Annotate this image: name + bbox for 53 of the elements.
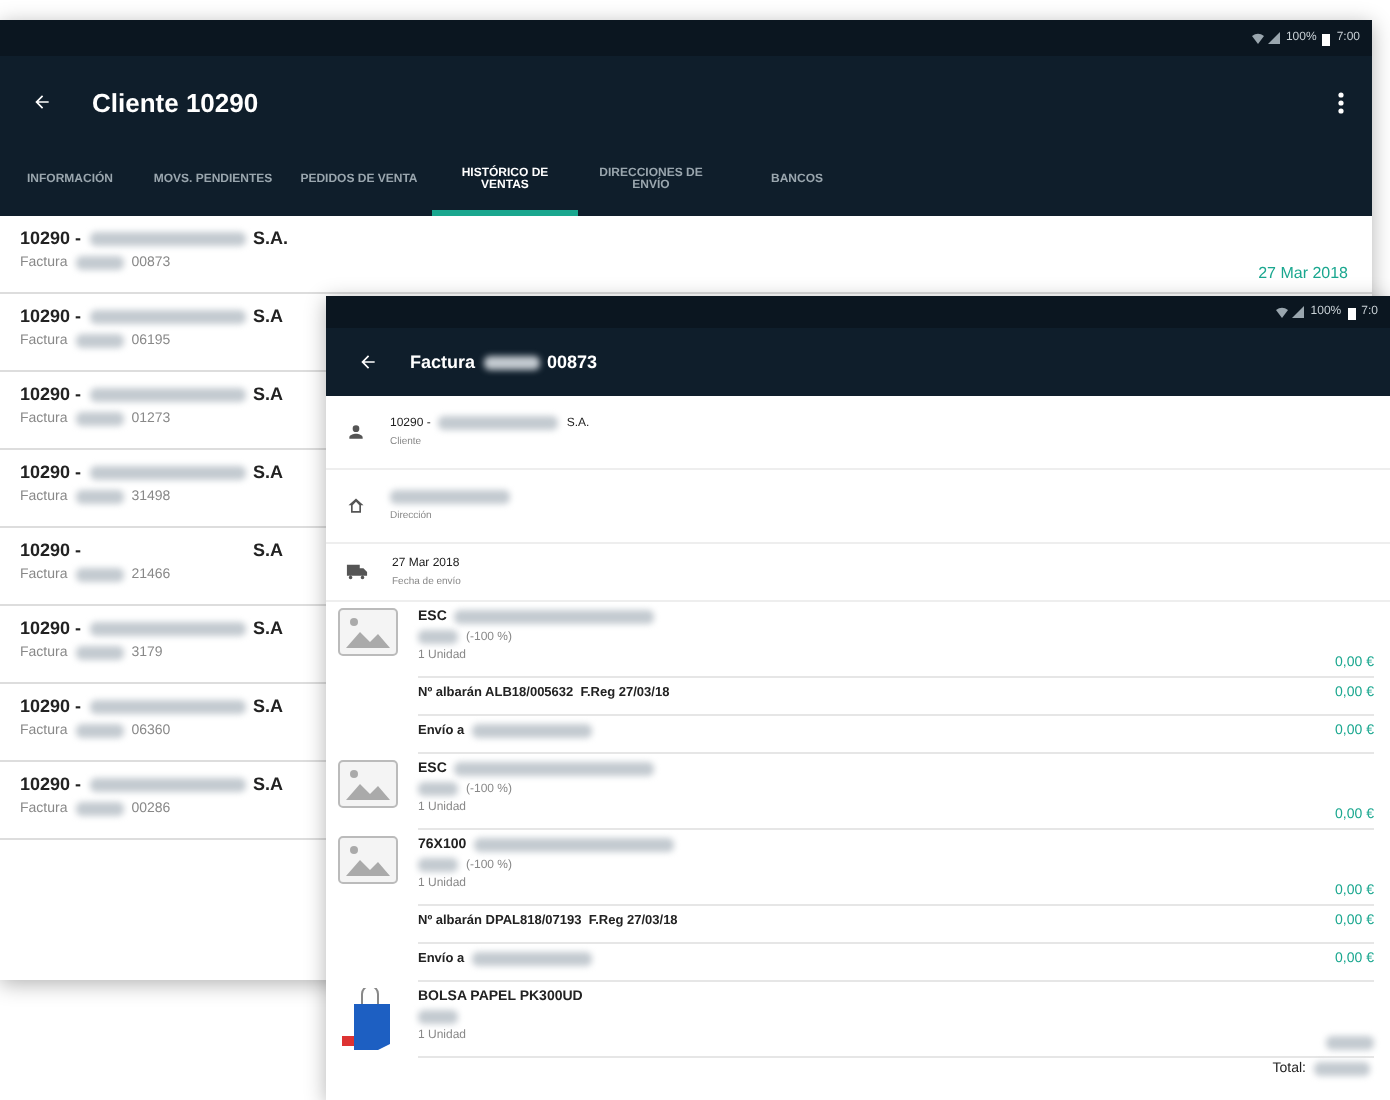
client-name: 10290 - <box>20 540 82 560</box>
battery-icon <box>1347 305 1356 319</box>
redaction-blur <box>75 490 124 504</box>
screen-title: Cliente 10290 <box>92 87 259 117</box>
home-icon <box>346 496 366 516</box>
company-suffix: S.A <box>253 696 284 716</box>
signal-icon <box>1276 306 1305 318</box>
company-suffix: S.A. <box>253 228 289 248</box>
redaction-blur <box>472 952 593 966</box>
company-suffix: S.A <box>253 618 284 638</box>
redaction-blur <box>418 1010 458 1024</box>
company-suffix: S.A <box>253 306 284 326</box>
paper-bag-icon <box>342 988 394 1052</box>
redaction-blur <box>75 256 124 270</box>
more-menu-icon[interactable] <box>1338 91 1344 113</box>
invoice-number: 00873 <box>547 352 598 372</box>
client-name: 10290 - <box>20 696 82 716</box>
image-placeholder-icon <box>338 608 398 656</box>
company-suffix: S.A <box>253 384 284 404</box>
redaction-blur <box>418 630 458 644</box>
client-name: 10290 - <box>20 384 82 404</box>
back-arrow-icon[interactable] <box>32 92 52 112</box>
redaction-blur <box>438 416 559 430</box>
redaction-blur <box>75 802 124 816</box>
company-suffix: S.A <box>253 774 284 794</box>
screen-title: Factura <box>410 352 476 372</box>
signal-icon <box>1251 32 1280 44</box>
redaction-blur <box>390 490 510 504</box>
client-name: 10290 - <box>20 306 82 326</box>
client-name: 10290 - <box>20 774 82 794</box>
client-name: 10290 - <box>20 228 82 248</box>
redaction-blur <box>418 782 458 796</box>
redaction-blur <box>1314 1062 1370 1076</box>
company-suffix: S.A <box>253 540 284 560</box>
redaction-blur <box>472 724 593 738</box>
redaction-blur <box>75 724 124 738</box>
person-icon <box>346 422 366 442</box>
battery-icon <box>1322 31 1331 45</box>
redaction-blur <box>75 412 124 426</box>
redaction-blur <box>483 355 540 369</box>
image-placeholder-icon <box>338 760 398 808</box>
truck-icon <box>346 562 368 582</box>
image-placeholder-icon <box>338 836 398 884</box>
client-name: 10290 - <box>20 462 82 482</box>
redaction-blur <box>418 858 458 872</box>
company-suffix: S.A <box>253 462 284 482</box>
redaction-blur <box>75 646 124 660</box>
back-arrow-icon[interactable] <box>358 352 378 372</box>
client-name: 10290 - <box>20 618 82 638</box>
invoice-date: 27 Mar 2018 <box>1258 264 1348 282</box>
redaction-blur <box>1326 1036 1374 1050</box>
redaction-blur <box>75 568 124 582</box>
redaction-blur <box>75 334 124 348</box>
